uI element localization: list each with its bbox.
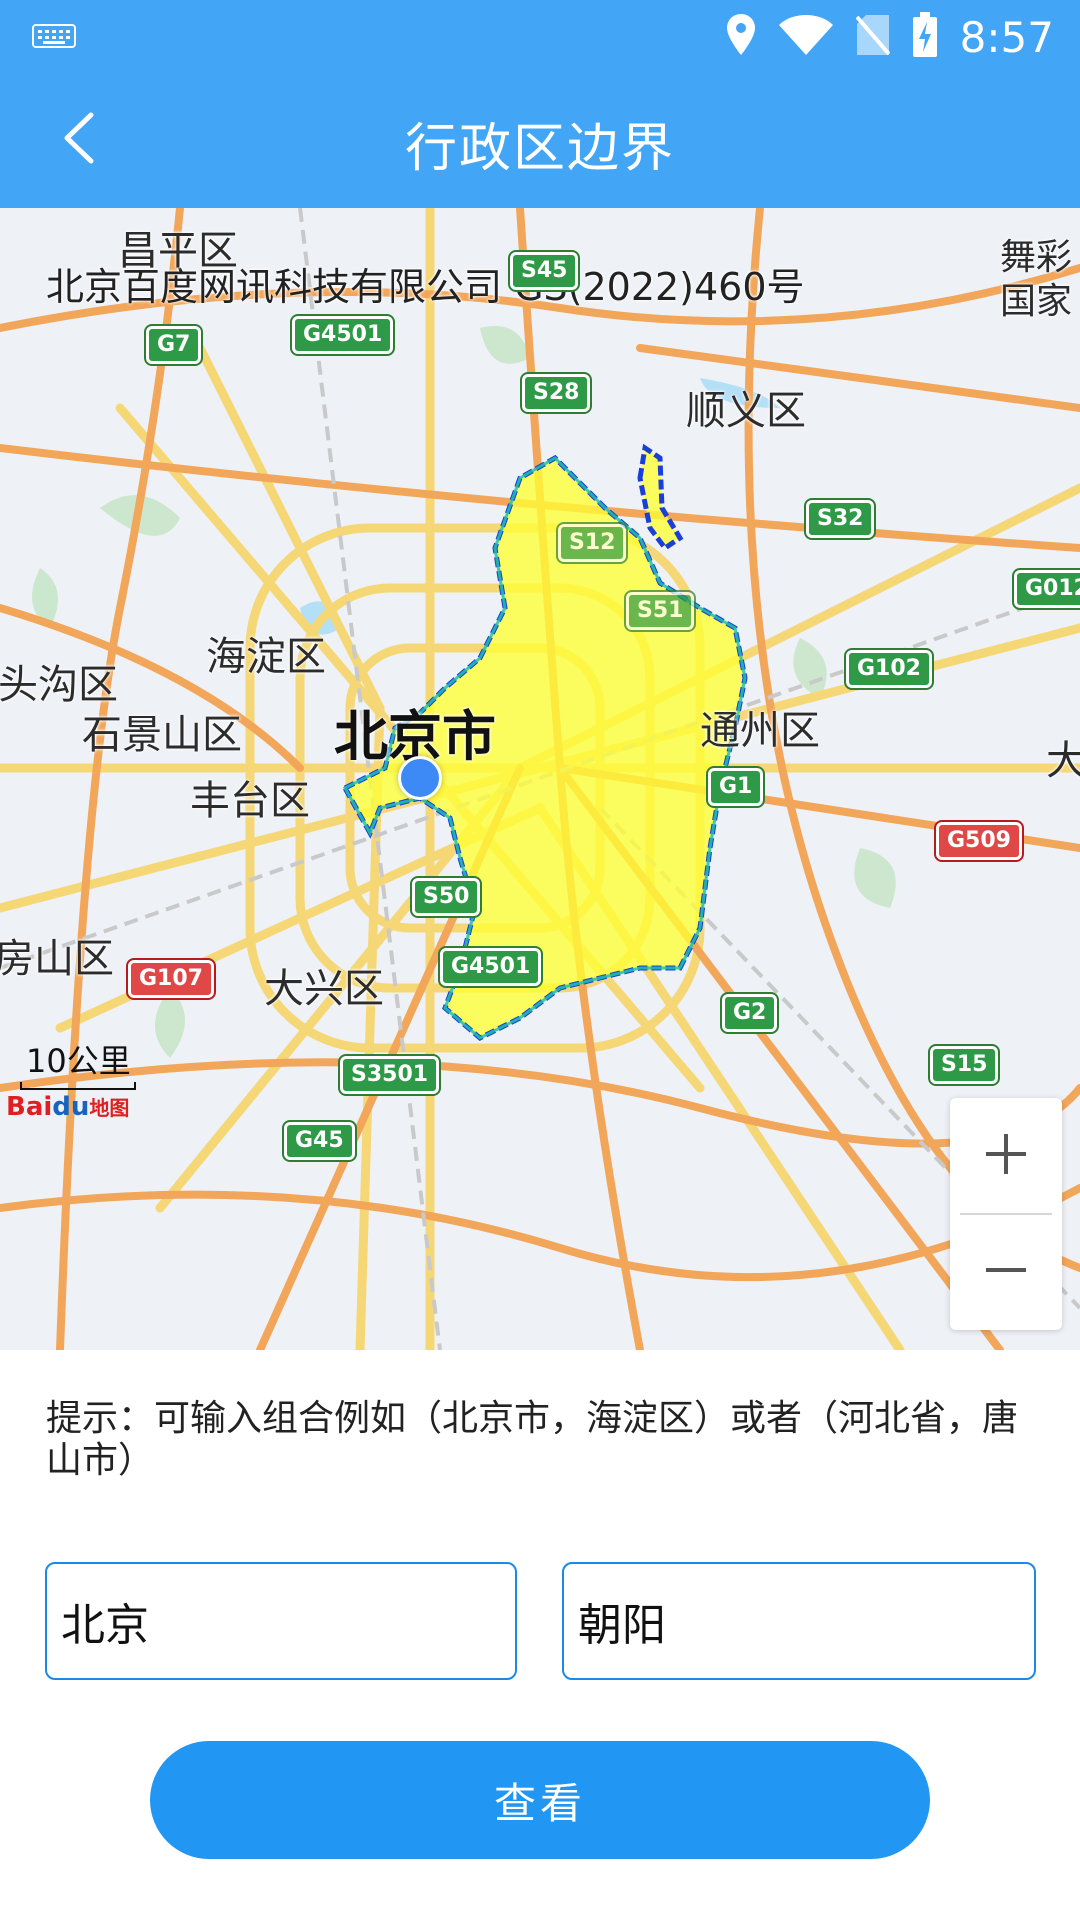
map-label-shijingshan: 石景山区 [82,712,242,758]
wifi-icon [778,14,834,60]
keyboard-icon [32,24,76,52]
highway-shield: S51 [623,590,697,632]
map-label-changping: 昌平区 [118,228,238,274]
baidu-map-logo: Baidu地图 [6,1092,130,1122]
map-view[interactable]: 北京百度网讯科技有限公司 GS(2022)460号 昌平区 顺义区 海淀区 门头… [0,208,1080,1350]
highway-shield: G102 [844,648,934,690]
map-label-daxing: 大兴区 [264,966,384,1012]
highway-shield: G45 [282,1120,357,1162]
zoom-divider [960,1213,1052,1215]
zoom-in-button[interactable] [950,1098,1062,1214]
scale-label: 10公里 [26,1042,131,1080]
highway-shield: S15 [927,1044,1001,1086]
highway-shield: G2 [719,992,780,1034]
battery-charging-icon [912,12,938,62]
highway-shield: S50 [409,876,483,918]
map-label-fengtai: 丰台区 [190,778,310,824]
view-button[interactable]: 查看 [150,1741,930,1859]
map-scale-bar: 10公里 [20,1036,136,1090]
highway-shield: G107 [126,958,216,1000]
scale-line [20,1082,136,1090]
no-sim-icon [855,14,891,60]
clock: 8:57 [959,12,1054,62]
plus-icon [984,1132,1028,1180]
highway-shield: G0121 [1011,568,1080,610]
highway-shield: S32 [803,498,877,540]
highway-shield: G1 [705,766,766,808]
map-label-fangshan: 房山区 [0,936,114,982]
highway-shield: S3501 [337,1054,442,1096]
input-hint: 提示：可输入组合例如（北京市，海淀区）或者（河北省，唐山市） [46,1398,1019,1481]
current-location-marker [398,756,442,800]
status-bar: 8:57 [0,0,1080,74]
highway-shield: S45 [507,250,581,292]
page-title: 行政区边界 [404,119,675,179]
map-label-tongzhou: 通州区 [700,708,820,754]
map-label-shunyi: 顺义区 [686,388,806,434]
zoom-controls [950,1098,1062,1330]
map-label-guojia: 国家 [1000,281,1073,322]
district-input[interactable] [562,1562,1036,1680]
map-label-da: 大 [1046,738,1080,784]
zoom-out-button[interactable] [950,1214,1062,1330]
province-input[interactable] [45,1562,517,1680]
highway-shield: G509 [934,820,1024,862]
highway-shield: G4501 [437,946,544,988]
map-label-haidian: 海淀区 [206,634,326,680]
highway-shield: S12 [555,522,629,564]
location-pin-icon [726,13,756,61]
title-bar: 行政区边界 [0,74,1080,208]
minus-icon [984,1248,1028,1296]
highway-shield: S28 [519,372,593,414]
highway-shield: G4501 [289,314,396,356]
highway-shield: G7 [143,324,204,366]
